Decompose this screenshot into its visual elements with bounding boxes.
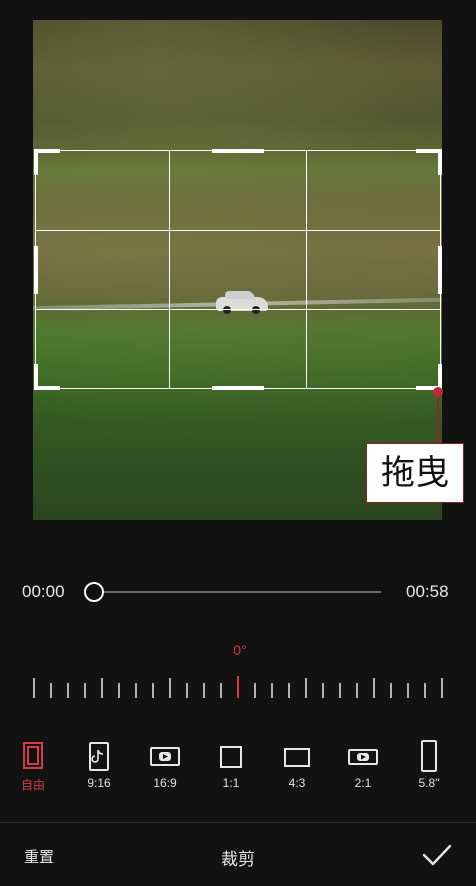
aspect-option-5-8[interactable]: 5.8" <box>397 740 461 790</box>
checkmark-icon[interactable] <box>420 840 454 870</box>
crop-handle-bottom[interactable] <box>212 386 264 390</box>
page-title: 裁剪 <box>221 850 255 869</box>
aspect-option-label: 2:1 <box>354 776 372 790</box>
duration: 00:58 <box>406 582 449 601</box>
crop-handle-right[interactable] <box>438 246 442 294</box>
crop-grid-line <box>36 230 440 231</box>
aspect-option-1-1[interactable]: 1:1 <box>199 740 263 790</box>
rotation-angle: 0° <box>233 642 247 658</box>
crop-handle-bottom-left[interactable] <box>34 364 38 390</box>
square-ratio-icon <box>220 746 242 768</box>
free-crop-icon <box>23 742 43 769</box>
aspect-option-9-16[interactable]: 9:16 <box>67 740 131 790</box>
drag-callout-line <box>437 392 439 444</box>
drag-callout-label: 拖曳 <box>366 443 464 503</box>
aspect-option-label: 1:1 <box>222 776 240 790</box>
crop-grid-line <box>306 151 307 388</box>
aspect-option-label: 4:3 <box>288 776 306 790</box>
ratio-4-3-icon <box>284 748 310 767</box>
bottom-divider <box>0 822 476 823</box>
crop-handle-top-right[interactable] <box>438 149 442 175</box>
crop-grid-line <box>36 309 440 310</box>
aspect-option-label: 5.8" <box>418 776 440 790</box>
rotation-ruler[interactable] <box>30 676 450 700</box>
aspect-option-label: 9:16 <box>87 776 111 790</box>
aspect-option-2-1[interactable]: 2:1 <box>331 740 395 790</box>
aspect-option-free[interactable]: 自由 <box>1 740 65 793</box>
phone-ratio-icon <box>421 740 437 772</box>
aspect-option-4-3[interactable]: 4:3 <box>265 740 329 790</box>
crop-frame[interactable] <box>34 149 442 390</box>
crop-handle-top-left[interactable] <box>34 149 38 175</box>
seek-track[interactable] <box>94 591 381 593</box>
aspect-option-16-9[interactable]: 16:9 <box>133 740 197 790</box>
aspect-option-label: 16:9 <box>153 776 177 790</box>
crop-handle-top[interactable] <box>212 149 264 153</box>
aspect-option-label: 自由 <box>20 778 45 792</box>
current-time: 00:00 <box>22 582 65 601</box>
crop-grid-line <box>169 151 170 388</box>
crop-handle-left[interactable] <box>34 246 38 294</box>
youtube-ratio-icon <box>150 747 180 766</box>
drag-point <box>433 387 443 397</box>
tiktok-ratio-icon <box>89 742 109 771</box>
seek-thumb[interactable] <box>84 582 104 602</box>
youtube-ratio-icon <box>348 749 378 765</box>
